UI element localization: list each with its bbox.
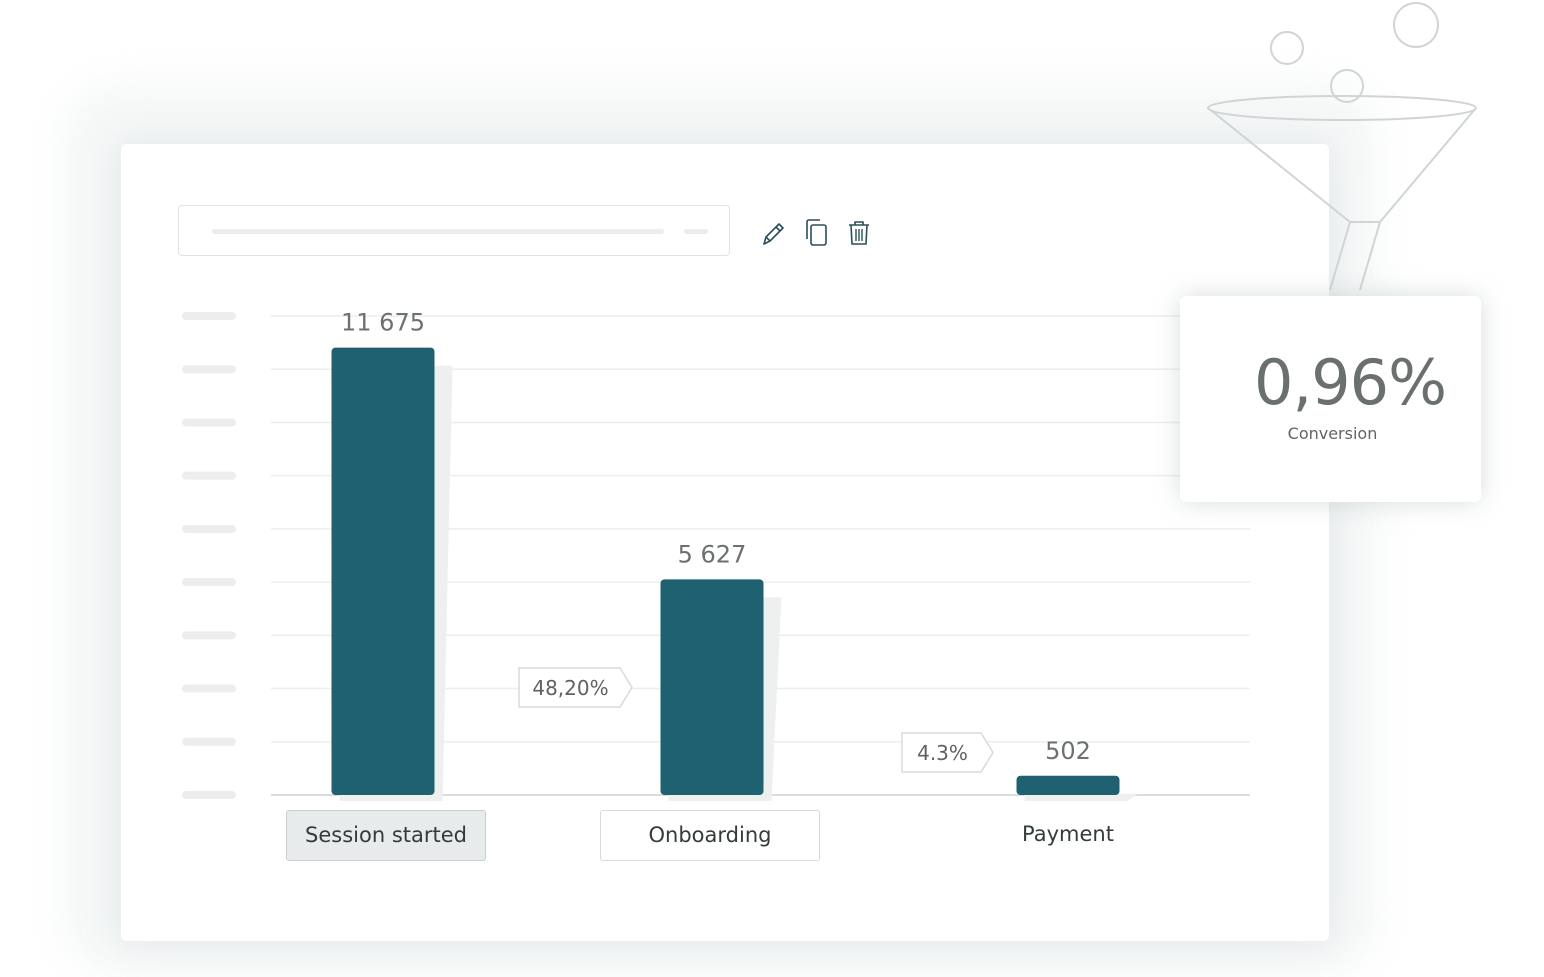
y-tick-placeholder: [182, 471, 236, 480]
y-tick-placeholder: [182, 418, 236, 427]
y-tick-placeholder: [182, 524, 236, 533]
bar-value-label: 502: [1045, 737, 1091, 765]
step-conversion-label: 48,20%: [532, 676, 608, 700]
y-tick-placeholder: [182, 312, 236, 320]
y-tick-placeholder: [182, 631, 236, 640]
y-tick-placeholder: [182, 684, 236, 693]
conversion-card: 0,96% Conversion: [1180, 296, 1481, 502]
bar-value-label: 11 675: [341, 309, 425, 337]
y-tick-placeholder: [182, 578, 236, 587]
category-tab-payment[interactable]: Payment: [968, 810, 1168, 861]
bar: [331, 347, 435, 795]
y-tick-placeholder: [182, 365, 236, 374]
bar: [660, 579, 764, 795]
y-tick-placeholder: [182, 791, 236, 799]
conversion-label: Conversion: [1287, 424, 1378, 443]
category-tab-session-started[interactable]: Session started: [286, 810, 486, 861]
step-conversion-label: 4.3%: [917, 741, 968, 765]
conversion-value: 0,96%: [1254, 346, 1447, 419]
bar: [1016, 775, 1120, 795]
bar-value-label: 5 627: [678, 540, 747, 568]
y-tick-placeholder: [182, 737, 236, 746]
category-tab-onboarding[interactable]: Onboarding: [600, 810, 820, 861]
chart-bars: [331, 347, 1138, 801]
